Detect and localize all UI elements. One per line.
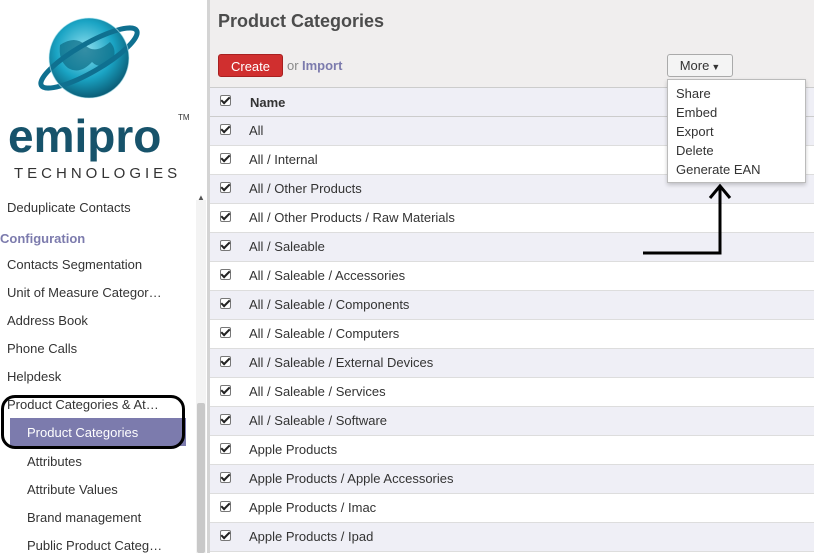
menu-item-export[interactable]: Export bbox=[676, 124, 714, 139]
select-all-checkbox[interactable] bbox=[220, 95, 231, 106]
row-name: All / Saleable / Computers bbox=[249, 326, 400, 341]
row-checkbox[interactable] bbox=[220, 530, 231, 541]
row-checkbox[interactable] bbox=[220, 211, 231, 222]
row-name: Apple Products bbox=[249, 442, 338, 457]
scroll-up-icon[interactable]: ▲ bbox=[197, 193, 205, 202]
row-name: Apple Products / Apple Accessories bbox=[249, 471, 454, 486]
row-checkbox[interactable] bbox=[220, 298, 231, 309]
sidebar-item-address-book[interactable]: Address Book bbox=[7, 313, 88, 328]
row-name: All / Other Products bbox=[249, 181, 362, 196]
table-row[interactable]: Apple Products bbox=[210, 436, 814, 465]
sidebar: emipro TM TECHNOLOGIES Deduplicate Conta… bbox=[0, 0, 207, 553]
sidebar-item-brand-management[interactable]: Brand management bbox=[27, 510, 141, 525]
table-row[interactable]: Apple Products / Ipad bbox=[210, 523, 814, 552]
table-row[interactable]: All / Saleable / Computers bbox=[210, 320, 814, 349]
table-row[interactable]: Apple Products / Apple Accessories bbox=[210, 465, 814, 494]
import-link[interactable]: Import bbox=[302, 58, 342, 73]
row-name: All / Other Products / Raw Materials bbox=[249, 210, 455, 225]
row-checkbox[interactable] bbox=[220, 240, 231, 251]
sidebar-item-public-product-categories[interactable]: Public Product Categ… bbox=[27, 538, 162, 553]
annotation-highlight-oval bbox=[1, 395, 185, 449]
view-header: Product Categories Create or Import More… bbox=[210, 0, 814, 87]
row-name: Apple Products / Imac bbox=[249, 500, 377, 515]
row-checkbox[interactable] bbox=[220, 443, 231, 454]
create-button[interactable]: Create bbox=[218, 54, 283, 77]
row-name: All / Saleable / Services bbox=[249, 384, 386, 399]
row-name: All / Saleable / External Devices bbox=[249, 355, 434, 370]
table-row[interactable]: All / Saleable / Software bbox=[210, 407, 814, 436]
sidebar-item-attributes[interactable]: Attributes bbox=[27, 454, 82, 469]
svg-text:TECHNOLOGIES: TECHNOLOGIES bbox=[14, 165, 181, 182]
annotation-arrow bbox=[643, 183, 732, 255]
table-row[interactable]: All / Saleable / Accessories bbox=[210, 262, 814, 291]
row-checkbox[interactable] bbox=[220, 153, 231, 164]
column-header-name[interactable]: Name bbox=[250, 95, 285, 110]
row-checkbox[interactable] bbox=[220, 385, 231, 396]
row-checkbox[interactable] bbox=[220, 501, 231, 512]
caret-down-icon: ▼ bbox=[711, 62, 721, 72]
page-title: Product Categories bbox=[218, 11, 385, 31]
row-name: Apple Products / Ipad bbox=[249, 529, 374, 544]
sidebar-item-helpdesk[interactable]: Helpdesk bbox=[7, 369, 61, 384]
row-name: All / Saleable / Components bbox=[249, 297, 410, 312]
row-checkbox[interactable] bbox=[220, 269, 231, 280]
svg-text:emipro: emipro bbox=[8, 110, 161, 162]
more-button[interactable]: More ▼ bbox=[667, 54, 733, 77]
table-row[interactable]: All / Saleable / Components bbox=[210, 291, 814, 320]
more-label: More bbox=[679, 58, 710, 73]
sidebar-section-configuration[interactable]: Configuration bbox=[0, 231, 85, 246]
row-checkbox[interactable] bbox=[220, 414, 231, 425]
table-row[interactable]: Apple Products / Imac bbox=[210, 494, 814, 523]
more-dropdown-menu: Share Embed Export Delete Generate EAN bbox=[667, 79, 806, 183]
or-text: or bbox=[287, 58, 299, 73]
row-checkbox[interactable] bbox=[220, 124, 231, 135]
sidebar-item-attribute-values[interactable]: Attribute Values bbox=[27, 482, 118, 497]
menu-item-generate-ean[interactable]: Generate EAN bbox=[676, 162, 761, 177]
svg-text:TM: TM bbox=[178, 113, 190, 122]
sidebar-scrollbar-thumb[interactable] bbox=[197, 403, 205, 553]
row-checkbox[interactable] bbox=[220, 182, 231, 193]
row-name: All bbox=[249, 123, 264, 138]
sidebar-item-deduplicate-contacts[interactable]: Deduplicate Contacts bbox=[7, 200, 131, 215]
sidebar-item-contacts-segmentation[interactable]: Contacts Segmentation bbox=[7, 257, 142, 272]
row-name: All / Internal bbox=[249, 152, 318, 167]
menu-item-delete[interactable]: Delete bbox=[676, 143, 714, 158]
row-checkbox[interactable] bbox=[220, 472, 231, 483]
row-checkbox[interactable] bbox=[220, 327, 231, 338]
menu-item-share[interactable]: Share bbox=[676, 86, 711, 101]
emipro-logo: emipro TM TECHNOLOGIES bbox=[8, 17, 190, 182]
row-checkbox[interactable] bbox=[220, 356, 231, 367]
row-name: All / Saleable / Accessories bbox=[249, 268, 406, 283]
row-name: All / Saleable bbox=[249, 239, 325, 254]
table-row[interactable]: All / Saleable / External Devices bbox=[210, 349, 814, 378]
row-name: All / Saleable / Software bbox=[249, 413, 388, 428]
menu-item-embed[interactable]: Embed bbox=[676, 105, 717, 120]
sidebar-item-phone-calls[interactable]: Phone Calls bbox=[7, 341, 77, 356]
table-row[interactable]: All / Saleable / Services bbox=[210, 378, 814, 407]
sidebar-item-uom-categories[interactable]: Unit of Measure Categor… bbox=[7, 285, 162, 300]
